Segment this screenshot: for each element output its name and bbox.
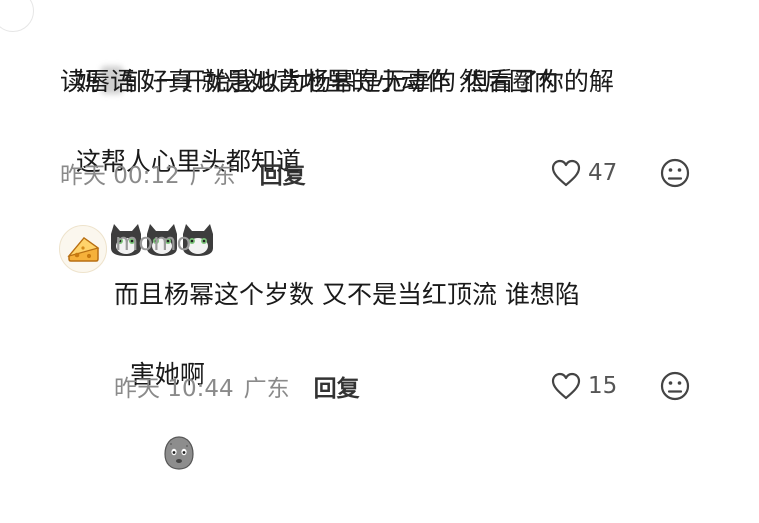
comment-time: 昨天 00:12: [60, 163, 180, 189]
like-button[interactable]: 15: [550, 370, 617, 402]
avatar[interactable]: [0, 0, 34, 32]
comment-text-line2: 读唇语 好真 就是她背地里的小动作 然后圈内: [60, 67, 559, 96]
username[interactable]: momo: [115, 228, 191, 256]
reply-time: 昨天 10:44: [114, 376, 234, 402]
reply-meta: 昨天 10:44 广东 回复: [114, 370, 360, 402]
cheese-icon: [67, 236, 100, 262]
reply-text-line2: 害她啊: [114, 315, 205, 523]
like-count: 47: [588, 160, 618, 186]
like-button[interactable]: 47: [550, 157, 617, 189]
dislike-face-icon[interactable]: [659, 157, 691, 189]
heart-icon: [551, 372, 581, 400]
reply-button[interactable]: 回复: [260, 156, 306, 190]
comment-location: 广东: [189, 163, 236, 189]
dislike-face-icon[interactable]: [659, 370, 691, 402]
comment-meta: 昨天 00:12 广东 回复: [60, 157, 306, 189]
heart-icon: [551, 159, 581, 187]
reply-location: 广东: [243, 376, 290, 402]
potato-emoji: [130, 395, 196, 523]
avatar[interactable]: [59, 225, 107, 273]
reply-text-line1: 而且杨幂这个岁数 又不是当红顶流 谁想陷: [114, 280, 580, 309]
reply-button[interactable]: 回复: [314, 369, 360, 403]
like-count: 15: [588, 373, 618, 399]
